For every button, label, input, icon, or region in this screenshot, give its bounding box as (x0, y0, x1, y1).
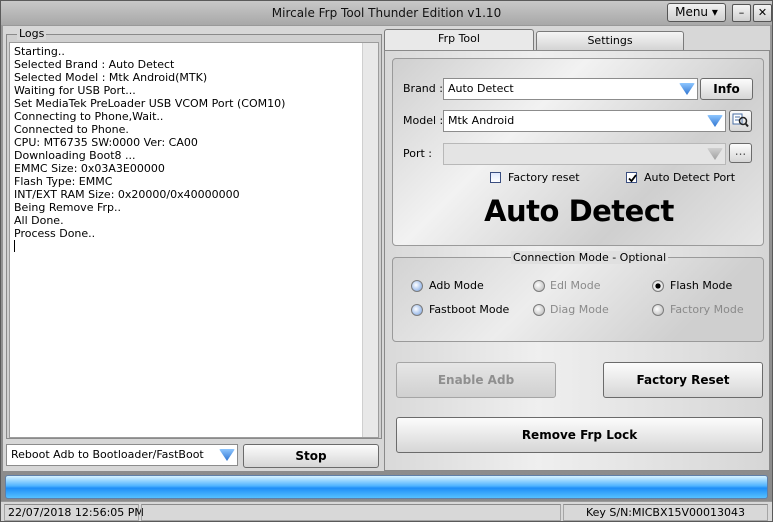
model-value: Mtk Android (448, 114, 515, 127)
adb-mode-label: Adb Mode (429, 279, 484, 292)
status-key-sn: Key S/N:MICBX15V00013043 (563, 504, 768, 521)
log-line: Downloading Boot8 ... (14, 149, 136, 162)
log-lines: Starting.. Selected Brand : Auto Detect Se… (14, 45, 374, 240)
factory-reset-checkbox[interactable] (490, 172, 501, 183)
stop-button[interactable]: Stop (243, 444, 379, 468)
log-line: Flash Type: EMMC (14, 175, 113, 188)
log-line: Being Remove Frp.. (14, 201, 121, 214)
remove-frp-lock-button[interactable]: Remove Frp Lock (396, 417, 763, 453)
log-line: EMMC Size: 0x03A3E00000 (14, 162, 165, 175)
brand-value: Auto Detect (448, 82, 514, 95)
model-label: Model : (403, 114, 444, 127)
factory-mode-label: Factory Mode (670, 303, 744, 316)
logs-legend: Logs (17, 27, 47, 40)
tab-frp-tool[interactable]: Frp Tool (384, 29, 534, 51)
dropdown-arrow-icon (707, 148, 723, 160)
brand-label: Brand : (403, 82, 443, 95)
window-title: Mircale Frp Tool Thunder Edition v1.10 (271, 6, 502, 20)
frp-tool-panel: Brand : Auto Detect Info Model : Mtk And… (384, 50, 770, 471)
fastboot-mode-radio[interactable] (411, 304, 423, 316)
log-line: Connecting to Phone,Wait.. (14, 110, 164, 123)
port-more-button[interactable]: ... (729, 143, 752, 163)
flash-mode-label: Flash Mode (670, 279, 733, 292)
log-line: INT/EXT RAM Size: 0x20000/0x40000000 (14, 188, 240, 201)
checkmark-icon (628, 174, 637, 183)
dropdown-arrow-icon (707, 115, 723, 127)
auto-detect-port-checkbox[interactable] (626, 172, 637, 183)
menu-button[interactable]: Menu ▾ (667, 3, 726, 22)
status-spacer (141, 504, 561, 521)
log-caret (14, 240, 374, 255)
log-line: Selected Brand : Auto Detect (14, 58, 175, 71)
status-datetime: 22/07/2018 12:56:05 PM (4, 504, 144, 521)
reboot-action-value: Reboot Adb to Bootloader/FastBoot (11, 448, 204, 461)
title-bar: Mircale Frp Tool Thunder Edition v1.10 M… (1, 1, 772, 25)
auto-detect-banner: Auto Detect (484, 194, 674, 228)
status-bar: 22/07/2018 12:56:05 PM Key S/N:MICBX15V0… (1, 501, 772, 521)
info-button[interactable]: Info (700, 78, 753, 100)
log-output[interactable]: Starting.. Selected Brand : Auto Detect Se… (9, 42, 379, 438)
port-label: Port : (403, 147, 433, 160)
model-select[interactable]: Mtk Android (443, 110, 726, 132)
log-line: Starting.. (14, 45, 65, 58)
brand-select[interactable]: Auto Detect (443, 78, 698, 100)
log-line: CPU: MT6735 SW:0000 Ver: CA00 (14, 136, 198, 149)
device-panel: Brand : Auto Detect Info Model : Mtk And… (392, 58, 764, 246)
reboot-action-select[interactable]: Reboot Adb to Bootloader/FastBoot (6, 444, 238, 466)
tab-settings[interactable]: Settings (536, 31, 684, 51)
logs-group: Logs Starting.. Selected Brand : Auto Det… (6, 27, 382, 439)
log-line: Waiting for USB Port... (14, 84, 136, 97)
flash-mode-radio[interactable] (652, 280, 664, 292)
app-window: Mircale Frp Tool Thunder Edition v1.10 M… (0, 0, 773, 522)
log-line: Connected to Phone. (14, 123, 129, 136)
connection-mode-group: Connection Mode - Optional Adb Mode Edl … (392, 251, 764, 342)
progress-bar (5, 475, 768, 499)
connection-mode-legend: Connection Mode - Optional (511, 251, 669, 264)
model-search-button[interactable] (729, 110, 752, 132)
log-line: Selected Model : Mtk Android(MTK) (14, 71, 208, 84)
diag-mode-label: Diag Mode (550, 303, 609, 316)
diag-mode-radio[interactable] (533, 304, 545, 316)
minimize-button[interactable]: – (732, 4, 751, 22)
magnifier-list-icon (732, 113, 749, 128)
close-button[interactable]: ✕ (753, 4, 772, 22)
auto-detect-port-label: Auto Detect Port (644, 171, 736, 184)
log-scrollbar[interactable] (362, 43, 378, 437)
client-area: Logs Starting.. Selected Brand : Auto Det… (3, 26, 770, 471)
fastboot-mode-label: Fastboot Mode (429, 303, 510, 316)
log-line: Set MediaTek PreLoader USB VCOM Port (CO… (14, 97, 286, 110)
log-line: Process Done.. (14, 227, 96, 240)
port-select[interactable] (443, 143, 726, 165)
factory-reset-button[interactable]: Factory Reset (603, 362, 763, 398)
factory-reset-label: Factory reset (508, 171, 580, 184)
dropdown-arrow-icon (679, 83, 695, 95)
edl-mode-radio[interactable] (533, 280, 545, 292)
edl-mode-label: Edl Mode (550, 279, 601, 292)
factory-mode-radio[interactable] (652, 304, 664, 316)
adb-mode-radio[interactable] (411, 280, 423, 292)
dropdown-arrow-icon (219, 449, 235, 461)
log-line: All Done. (14, 214, 64, 227)
enable-adb-button[interactable]: Enable Adb (396, 362, 556, 398)
